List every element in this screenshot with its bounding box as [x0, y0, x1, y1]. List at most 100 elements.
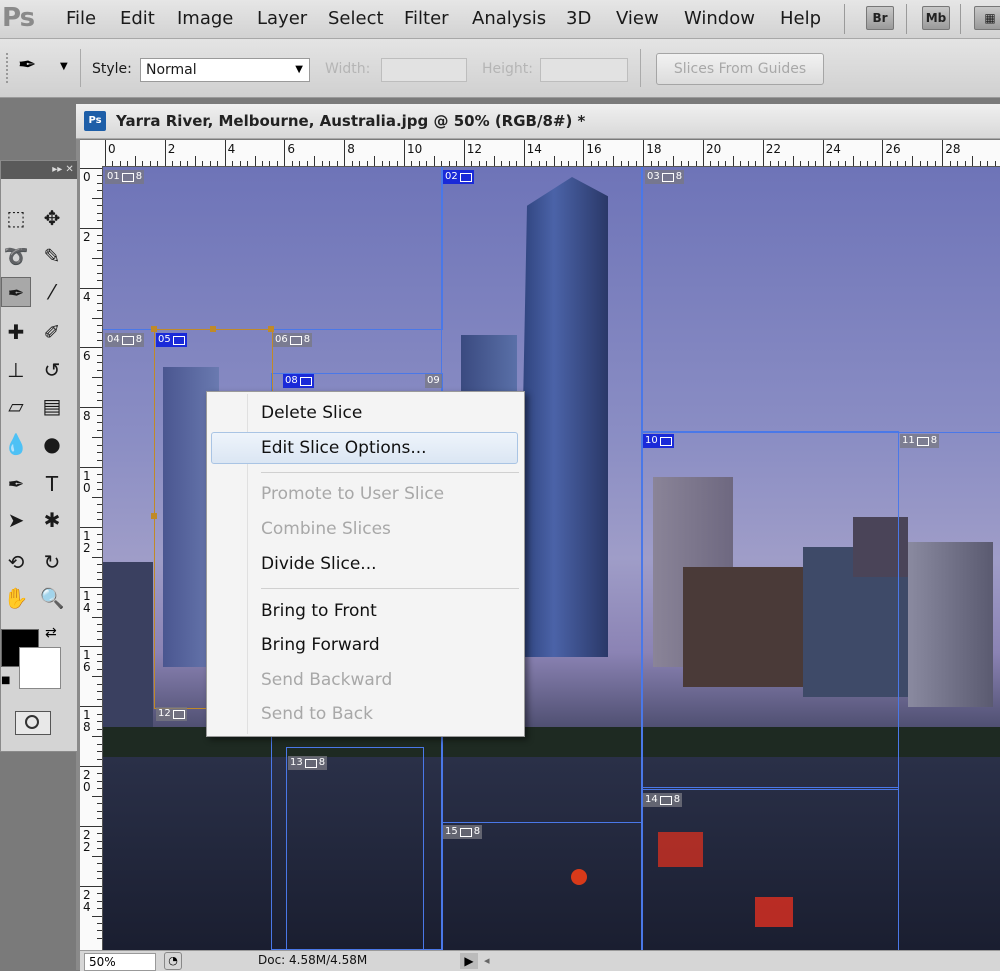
menu-select[interactable]: Select [328, 8, 384, 29]
menu-item-send-backward[interactable]: Send Backward [261, 670, 392, 690]
ruler-label: 24 [825, 142, 841, 156]
menu-item-divide-slice[interactable]: Divide Slice... [261, 554, 377, 574]
ruler-tick [426, 161, 428, 166]
default-colors-icon[interactable]: ■ [1, 675, 10, 686]
options-separator [640, 49, 641, 87]
ruler-label: 6 [83, 349, 91, 364]
menu-file[interactable]: File [66, 8, 96, 29]
scroll-left-icon[interactable]: ◂ [484, 954, 490, 967]
ruler-tick [568, 161, 570, 166]
eraser-tool-icon[interactable]: ▱ [1, 391, 31, 421]
zoom-tool-icon[interactable]: 🔍 [37, 583, 67, 613]
quick-mask-icon [25, 715, 39, 729]
style-select[interactable]: Normal ▼ [140, 58, 310, 82]
slice-handle[interactable] [151, 513, 157, 519]
menu-image[interactable]: Image [177, 8, 233, 29]
menu-filter[interactable]: Filter [404, 8, 449, 29]
slice-select-tool-icon[interactable]: ✒ [18, 53, 36, 78]
hand-tool-icon[interactable]: ✋ [1, 583, 31, 613]
menu-separator [261, 588, 519, 589]
shape-tool-icon[interactable]: ✱ [37, 505, 67, 535]
ruler-vertical[interactable]: 0 2 4 6 8 1 0 1 2 1 4 1 6 1 8 2 0 2 2 2 4 [80, 166, 103, 950]
quick-selection-tool-icon[interactable]: ✎ [37, 241, 67, 271]
gradient-tool-icon[interactable]: ▤ [37, 391, 67, 421]
move-tool-icon[interactable]: ✥ [37, 203, 67, 233]
slice-handle[interactable] [268, 326, 274, 332]
menu-item-combine-slices[interactable]: Combine Slices [261, 519, 391, 539]
menu-window[interactable]: Window [684, 8, 755, 29]
slice-handle[interactable] [151, 326, 157, 332]
ruler-tick [583, 140, 585, 166]
menu-item-bring-forward[interactable]: Bring Forward [261, 635, 380, 655]
width-input[interactable] [381, 58, 467, 82]
mini-bridge-button[interactable]: Mb [922, 6, 950, 30]
ruler-label: 14 [526, 142, 542, 156]
ruler-tick [92, 437, 102, 439]
ruler-tick [92, 257, 102, 259]
document-tab[interactable]: Ps Yarra River, Melbourne, Australia.jpg… [76, 104, 1000, 139]
3d-rotate-tool-icon[interactable]: ⟲ [1, 547, 31, 577]
ruler-tick [97, 922, 102, 924]
swap-colors-icon[interactable]: ⇄ [45, 625, 57, 641]
ruler-tick [224, 140, 226, 166]
slices-from-guides-button[interactable]: Slices From Guides [656, 53, 824, 85]
ruler-tick [254, 156, 256, 166]
slice-tag: 06 8 [273, 333, 313, 347]
marquee-tool-icon[interactable]: ⬚ [1, 203, 31, 233]
tool-preset-chevron-down-icon[interactable]: ▼ [60, 61, 68, 72]
3d-orbit-tool-icon[interactable]: ↻ [37, 547, 67, 577]
blur-tool-icon[interactable]: 💧 [1, 429, 31, 459]
ruler-tick [149, 161, 151, 166]
ruler-tick [97, 459, 102, 461]
status-menu-arrow-icon[interactable]: ▶ [460, 953, 478, 969]
slice-boundary [103, 167, 443, 330]
ruler-tick [987, 161, 989, 166]
pen-tool-icon[interactable]: ✒ [1, 469, 31, 499]
menu-item-promote-to-user-slice[interactable]: Promote to User Slice [261, 484, 444, 504]
image-slice-icon [659, 436, 672, 446]
menu-item-edit-slice-options[interactable]: Edit Slice Options... [261, 438, 427, 458]
path-selection-tool-icon[interactable]: ➤ [1, 505, 31, 535]
menu-edit[interactable]: Edit [120, 8, 155, 29]
background-color-swatch[interactable] [19, 647, 61, 689]
menu-item-delete-slice[interactable]: Delete Slice [261, 403, 362, 423]
ruler-tick [680, 161, 682, 166]
type-tool-icon[interactable]: T [37, 469, 67, 499]
tools-panel-header[interactable]: ▸▸ ✕ [1, 161, 77, 179]
eyedropper-tool-icon[interactable]: ⁄ [37, 277, 67, 307]
ruler-tick [269, 161, 271, 166]
options-bar: ✒ ▼ Style: Normal ▼ Width: Height: [0, 39, 1000, 98]
ruler-origin[interactable] [80, 140, 103, 167]
ruler-label: 1 6 [83, 648, 91, 675]
ruler-tick [80, 168, 102, 169]
slice-tool-icon[interactable]: ✒ [1, 277, 31, 307]
menu-item-send-to-back[interactable]: Send to Back [261, 704, 373, 724]
quick-mask-button[interactable] [15, 711, 51, 735]
bridge-button[interactable]: Br [866, 6, 894, 30]
menu-help[interactable]: Help [780, 8, 821, 29]
menu-view[interactable]: View [616, 8, 659, 29]
ruler-tick [97, 250, 102, 252]
ruler-horizontal[interactable]: 0 2 4 6 8 10 12 14 16 18 20 22 24 26 28 [102, 140, 1000, 167]
slice-tag: 02 [443, 170, 474, 184]
ruler-tick [97, 399, 102, 401]
menu-3d[interactable]: 3D [566, 8, 591, 29]
height-input[interactable] [540, 58, 628, 82]
menu-layer[interactable]: Layer [257, 8, 307, 29]
menu-analysis[interactable]: Analysis [472, 8, 546, 29]
ruler-tick [80, 227, 102, 229]
clone-stamp-tool-icon[interactable]: ⊥ [1, 355, 31, 385]
status-icon[interactable]: ◔ [164, 952, 182, 970]
history-brush-tool-icon[interactable]: ↺ [37, 355, 67, 385]
ruler-tick [179, 161, 181, 166]
arrange-documents-button[interactable]: ▦ [974, 6, 1000, 30]
lasso-tool-icon[interactable]: ➰ [1, 241, 31, 271]
healing-brush-tool-icon[interactable]: ✚ [1, 317, 31, 347]
style-value: Normal [146, 62, 197, 78]
slice-handle[interactable] [210, 326, 216, 332]
zoom-level-field[interactable]: 50% [84, 953, 156, 971]
brush-tool-icon[interactable]: ✐ [37, 317, 67, 347]
dodge-tool-icon[interactable]: ● [37, 429, 67, 459]
ruler-tick [97, 594, 102, 596]
menu-item-bring-to-front[interactable]: Bring to Front [261, 601, 377, 621]
